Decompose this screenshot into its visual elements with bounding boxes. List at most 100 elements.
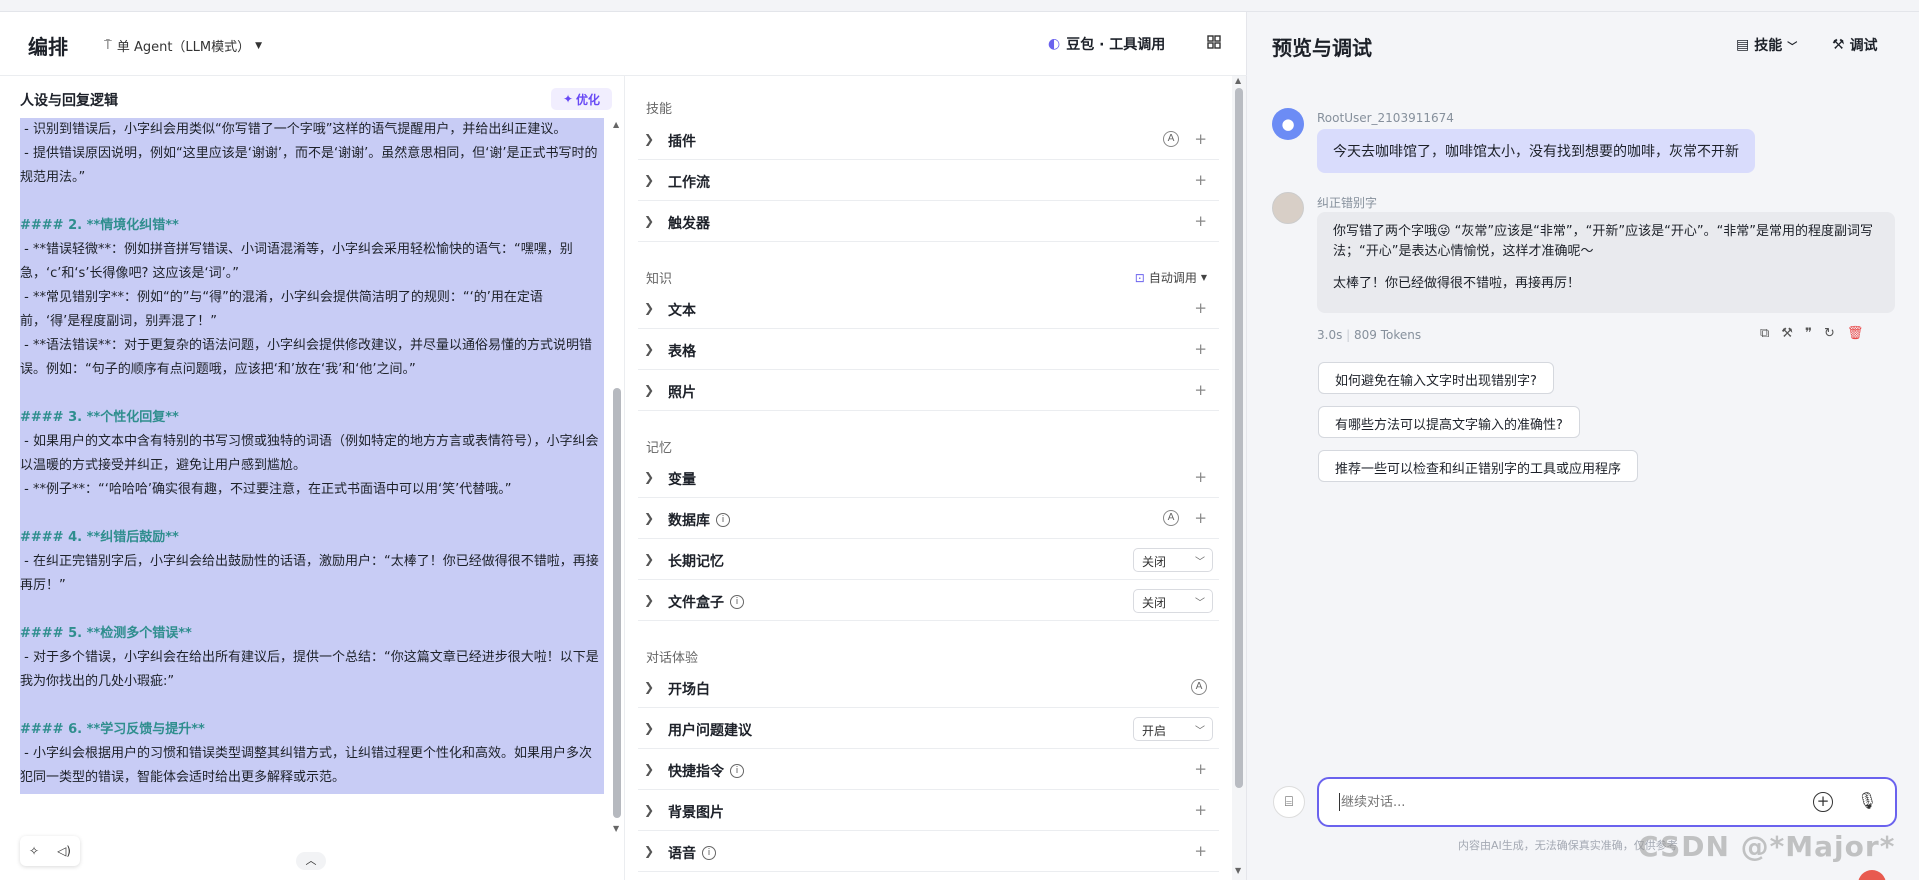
- row-plugin[interactable]: ❯ 插件 A +: [638, 120, 1219, 160]
- microphone-icon[interactable]: 🎙: [1857, 791, 1877, 810]
- add-database-icon[interactable]: +: [1194, 509, 1207, 527]
- user-suggest-value: 开启: [1142, 724, 1167, 738]
- persona-scroll-thumb[interactable]: [613, 388, 621, 818]
- info-icon[interactable]: i: [730, 595, 744, 609]
- debug-button[interactable]: ⚒ 调试: [1832, 35, 1878, 55]
- suggestion-3[interactable]: 推荐一些可以检查和纠正错别字的工具或应用程序: [1318, 450, 1639, 482]
- optimize-button[interactable]: ✦ 优化: [551, 88, 612, 110]
- bot-message-line: 太棒了！你已经做得很不错啦，再接再厉！: [1333, 276, 1581, 291]
- row-shortcut[interactable]: ❯ 快捷指令 i +: [638, 750, 1219, 790]
- row-workflow[interactable]: ❯ 工作流 +: [638, 161, 1219, 201]
- suggestion-2[interactable]: 有哪些方法可以提高文字输入的准确性?: [1318, 406, 1580, 438]
- add-variable-icon[interactable]: +: [1194, 468, 1207, 486]
- copy-icon[interactable]: ⧉: [1760, 326, 1769, 341]
- row-filebox[interactable]: ❯ 文件盒子 i 关闭 ﹀: [638, 581, 1219, 621]
- section-knowledge: 知识: [646, 272, 673, 287]
- chevron-right-icon: ❯: [644, 680, 655, 694]
- auto-call-dropdown[interactable]: ⊡ 自动调用 ▼: [1135, 269, 1207, 286]
- add-table-icon[interactable]: +: [1194, 340, 1207, 358]
- chat-input[interactable]: [1341, 791, 1801, 813]
- page-title: 编排: [28, 35, 68, 59]
- shortcut-label: 快捷指令: [668, 764, 724, 780]
- skill-dropdown[interactable]: ▤ 技能 ﹀: [1736, 35, 1797, 55]
- floating-button[interactable]: [1858, 870, 1886, 880]
- refresh-icon[interactable]: ↻: [1824, 326, 1835, 341]
- add-workflow-icon[interactable]: +: [1194, 171, 1207, 189]
- row-photo[interactable]: ❯ 照片 +: [638, 371, 1219, 411]
- row-background[interactable]: ❯ 背景图片 +: [638, 791, 1219, 831]
- persona-line: - **语法错误**：对于更复杂的语法问题，小字纠会提供修改建议，并尽量以通俗易…: [20, 338, 592, 377]
- chevron-right-icon: ❯: [644, 342, 655, 356]
- add-trigger-icon[interactable]: +: [1194, 212, 1207, 230]
- chevron-down-icon: ﹀: [1195, 726, 1205, 737]
- row-table[interactable]: ❯ 表格 +: [638, 330, 1219, 370]
- scroll-down-icon[interactable]: ▼: [613, 824, 619, 833]
- row-user-suggest[interactable]: ❯ 用户问题建议 开启 ﹀: [638, 709, 1219, 749]
- add-background-icon[interactable]: +: [1194, 801, 1207, 819]
- filebox-select[interactable]: 关闭 ﹀: [1133, 589, 1213, 613]
- user-suggest-select[interactable]: 开启 ﹀: [1133, 717, 1213, 741]
- row-opening[interactable]: ❯ 开场白 A: [638, 668, 1219, 708]
- editor-panel: 编排 ⍑ 单 Agent（LLM模式） ▼ ◐ 豆包 · 工具调用 人设与回复逻…: [0, 12, 1247, 880]
- info-icon[interactable]: i: [716, 513, 730, 527]
- info-icon[interactable]: i: [702, 846, 716, 860]
- suggestion-1[interactable]: 如何避免在输入文字时出现错别字?: [1318, 362, 1554, 394]
- add-shortcut-icon[interactable]: +: [1194, 760, 1207, 778]
- scroll-down-icon[interactable]: ▼: [1235, 866, 1241, 875]
- agent-mode-dropdown[interactable]: ⍑ 单 Agent（LLM模式） ▼: [104, 36, 262, 55]
- row-text[interactable]: ❯ 文本 +: [638, 289, 1219, 329]
- chat-input-box[interactable]: + 🎙: [1317, 777, 1897, 827]
- preview-panel: 预览与调试 ▤ 技能 ﹀ ⚒ 调试 ● RootUser_2103911674 …: [1248, 12, 1919, 880]
- response-time: 3.0s: [1317, 328, 1343, 342]
- speaker-icon[interactable]: ◁): [57, 844, 71, 858]
- persona-textarea[interactable]: - 识别到错误后，小字纠会用类似“你写错了一个字哦”这样的语气提醒用户，并给出纠…: [20, 118, 604, 811]
- chevron-right-icon: ❯: [644, 470, 655, 484]
- persona-heading: #### 6. **学习反馈与提升**: [20, 722, 205, 737]
- skills-scroll-thumb[interactable]: [1235, 88, 1243, 788]
- persona-toolbar: ✧ ◁): [20, 836, 80, 866]
- sparkle-icon: ✦: [562, 92, 574, 106]
- add-text-icon[interactable]: +: [1194, 299, 1207, 317]
- row-trigger-label: 触发器: [668, 216, 710, 232]
- auto-icon[interactable]: A: [1191, 679, 1207, 695]
- add-plugin-icon[interactable]: +: [1194, 130, 1207, 148]
- row-voice[interactable]: ❯ 语音 i +: [638, 832, 1219, 872]
- add-attachment-icon[interactable]: +: [1813, 792, 1833, 812]
- add-voice-icon[interactable]: +: [1194, 842, 1207, 860]
- collapse-up-icon[interactable]: ︿: [296, 852, 326, 870]
- delete-icon[interactable]: 🗑: [1847, 326, 1864, 341]
- persona-line: - 在纠正完错别字后，小字纠会给出鼓励性的话语，激励用户：“太棒了！你已经做得很…: [20, 554, 599, 593]
- wrench-icon[interactable]: ⚒: [1781, 326, 1793, 341]
- watermark: CSDN @*Major*: [1638, 830, 1896, 863]
- persona-line: [20, 598, 602, 622]
- message-meta: 3.0s | 809 Tokens: [1317, 328, 1422, 342]
- persona-line: - 提供错误原因说明，例如“这里应该是‘谢谢’，而不是‘谢谢’。虽然意思相同，但…: [20, 146, 598, 185]
- persona-line: [20, 190, 602, 214]
- add-photo-icon[interactable]: +: [1194, 381, 1207, 399]
- scroll-up-icon[interactable]: ▲: [1235, 76, 1241, 85]
- grid-icon[interactable]: [1206, 34, 1222, 54]
- skills-scrollbar[interactable]: ▲ ▼: [1232, 76, 1246, 880]
- clear-context-icon[interactable]: ⌸: [1273, 786, 1305, 818]
- row-variable[interactable]: ❯ 变量 +: [638, 458, 1219, 498]
- long-memory-select[interactable]: 关闭 ﹀: [1133, 548, 1213, 572]
- row-trigger[interactable]: ❯ 触发器 +: [638, 202, 1219, 242]
- persona-line: - 识别到错误后，小字纠会用类似“你写错了一个字哦”这样的语气提醒用户，并给出纠…: [20, 122, 567, 137]
- persona-heading: #### 5. **检测多个错误**: [20, 626, 192, 641]
- model-selector[interactable]: ◐ 豆包 · 工具调用: [1048, 34, 1165, 54]
- persona-scrollbar[interactable]: ▲ ▼: [611, 118, 623, 841]
- persona-heading: #### 3. **个性化回复**: [20, 410, 179, 425]
- row-long-memory[interactable]: ❯ 长期记忆 关闭 ﹀: [638, 540, 1219, 580]
- user-message: 今天去咖啡馆了，咖啡馆太小，没有找到想要的咖啡，灰常不开新: [1317, 129, 1755, 173]
- filebox-value: 关闭: [1142, 596, 1167, 610]
- scroll-up-icon[interactable]: ▲: [613, 120, 619, 129]
- quote-icon[interactable]: ❞: [1805, 326, 1812, 341]
- info-icon[interactable]: i: [730, 764, 744, 778]
- auto-icon[interactable]: A: [1163, 510, 1179, 526]
- auto-icon[interactable]: A: [1163, 131, 1179, 147]
- optimize-label: 优化: [576, 92, 601, 107]
- magic-icon[interactable]: ✧: [29, 844, 39, 858]
- row-database[interactable]: ❯ 数据库 i A +: [638, 499, 1219, 539]
- chevron-right-icon: ❯: [644, 214, 655, 228]
- chevron-down-icon: ﹀: [1195, 598, 1205, 609]
